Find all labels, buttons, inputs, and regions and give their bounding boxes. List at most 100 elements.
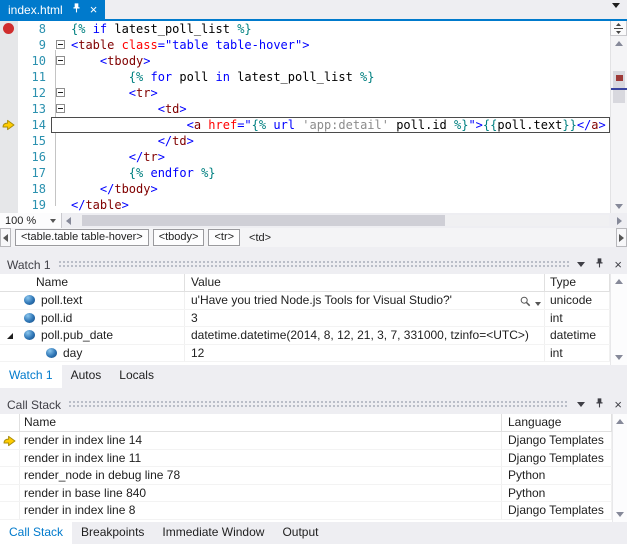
line-number: 17 <box>18 165 51 181</box>
code-text[interactable]: <tr> <box>71 85 610 101</box>
hscroll-thumb[interactable] <box>82 215 445 226</box>
breakpoint-indicator[interactable] <box>3 23 14 34</box>
watch-row[interactable]: poll.pub_datedatetime.datetime(2014, 8, … <box>0 327 627 345</box>
breakpoint-margin[interactable] <box>0 133 18 149</box>
code-text[interactable]: </td> <box>71 133 610 149</box>
close-icon[interactable]: × <box>614 258 622 271</box>
window-position-chevron-icon[interactable] <box>577 402 585 407</box>
breakpoint-margin[interactable] <box>0 37 18 53</box>
callstack-scrollbar[interactable] <box>612 414 627 522</box>
scroll-up-icon[interactable] <box>616 419 624 424</box>
watch-row[interactable]: day12int <box>0 345 627 363</box>
expander-icon[interactable] <box>7 333 13 339</box>
tab-output[interactable]: Output <box>273 522 327 544</box>
code-text[interactable]: {% endfor %} <box>71 165 610 181</box>
code-line-17[interactable]: 17 {% endfor %} <box>0 165 627 181</box>
breadcrumb-right-icon[interactable] <box>616 228 627 247</box>
code-line-9[interactable]: 9<table class="table table-hover"> <box>0 37 627 53</box>
chevron-down-icon[interactable] <box>535 302 541 306</box>
code-text[interactable]: <a href="{% url 'app:detail' poll.id %}"… <box>71 117 610 133</box>
breakpoint-margin[interactable] <box>0 85 18 101</box>
callstack-row[interactable]: render in base line 840Python <box>0 485 612 503</box>
code-text[interactable]: {% if latest_poll_list %} <box>71 21 610 37</box>
scroll-down-icon[interactable] <box>616 512 624 517</box>
scroll-left-icon[interactable] <box>66 217 71 225</box>
column-header-type[interactable]: Type <box>545 274 610 291</box>
splitter-handle-icon[interactable] <box>610 21 627 36</box>
code-line-10[interactable]: 10 <tbody> <box>0 53 627 69</box>
magnifier-icon[interactable] <box>520 295 531 309</box>
callstack-row[interactable]: render in index line 14Django Templates <box>0 432 612 450</box>
column-header-name[interactable]: Name <box>0 274 185 291</box>
callstack-row[interactable]: render in index line 8Django Templates <box>0 502 612 520</box>
breakpoint-margin[interactable] <box>0 181 18 197</box>
code-text[interactable]: <td> <box>71 101 610 117</box>
breakpoint-margin[interactable] <box>0 101 18 117</box>
tab-watch-1[interactable]: Watch 1 <box>0 365 62 388</box>
breakpoint-margin[interactable] <box>0 21 18 37</box>
fold-collapse-icon[interactable] <box>56 40 65 49</box>
fold-collapse-icon[interactable] <box>56 88 65 97</box>
tab-breakpoints[interactable]: Breakpoints <box>72 522 153 544</box>
breakpoint-margin[interactable] <box>0 69 18 85</box>
pin-icon[interactable] <box>71 2 82 17</box>
breadcrumb-item[interactable]: <td> <box>244 232 276 244</box>
code-text[interactable]: </table> <box>71 197 610 213</box>
fold-collapse-icon[interactable] <box>56 56 65 65</box>
code-text[interactable]: {% for poll in latest_poll_list %} <box>71 69 610 85</box>
watch-row[interactable]: poll.id3int <box>0 310 627 328</box>
close-icon[interactable]: × <box>614 398 622 411</box>
code-text[interactable]: <table class="table table-hover"> <box>71 37 610 53</box>
watch-scrollbar[interactable] <box>610 274 627 365</box>
close-icon[interactable]: × <box>90 3 98 16</box>
code-line-15[interactable]: 15 </td> <box>0 133 627 149</box>
code-line-14[interactable]: 14 <a href="{% url 'app:detail' poll.id … <box>0 117 627 133</box>
code-text[interactable]: </tr> <box>71 149 610 165</box>
scroll-right-icon[interactable] <box>617 217 622 225</box>
editor-vertical-scrollbar[interactable] <box>610 21 627 213</box>
breakpoint-margin[interactable] <box>0 53 18 69</box>
callstack-row[interactable]: render_node in debug line 78Python <box>0 467 612 485</box>
breakpoint-margin[interactable] <box>0 165 18 181</box>
scroll-up-icon[interactable] <box>615 279 623 284</box>
column-header-language[interactable]: Language <box>502 414 612 431</box>
breadcrumb-item[interactable]: <table.table table-hover> <box>15 229 149 246</box>
code-line-19[interactable]: 19</table> <box>0 197 627 213</box>
code-line-18[interactable]: 18 </tbody> <box>0 181 627 197</box>
fold-collapse-icon[interactable] <box>56 104 65 113</box>
tab-immediate-window[interactable]: Immediate Window <box>153 522 273 544</box>
scroll-up-icon[interactable] <box>615 41 623 46</box>
callstack-row[interactable]: render in index line 11Django Templates <box>0 450 612 468</box>
scroll-down-icon[interactable] <box>615 355 623 360</box>
code-line-12[interactable]: 12 <tr> <box>0 85 627 101</box>
breakpoint-margin[interactable] <box>0 117 18 133</box>
tab-call-stack[interactable]: Call Stack <box>0 522 72 544</box>
code-editor[interactable]: 8{% if latest_poll_list %}9<table class=… <box>0 21 627 213</box>
breadcrumb-item[interactable]: <tr> <box>208 229 240 246</box>
tab-list-chevron-icon[interactable] <box>612 8 620 22</box>
code-line-13[interactable]: 13 <td> <box>0 101 627 117</box>
column-header-value[interactable]: Value <box>185 274 545 291</box>
tab-autos[interactable]: Autos <box>62 365 111 388</box>
code-text[interactable]: <tbody> <box>71 53 610 69</box>
column-header-name[interactable]: Name <box>20 414 502 431</box>
breakpoint-margin[interactable] <box>0 149 18 165</box>
tab-locals[interactable]: Locals <box>110 365 163 388</box>
pin-icon[interactable] <box>594 397 605 412</box>
editor-horizontal-scrollbar[interactable] <box>80 215 609 226</box>
code-line-16[interactable]: 16 </tr> <box>0 149 627 165</box>
code-line-11[interactable]: 11 {% for poll in latest_poll_list %} <box>0 69 627 85</box>
code-line-8[interactable]: 8{% if latest_poll_list %} <box>0 21 627 37</box>
scroll-down-icon[interactable] <box>615 204 623 209</box>
zoom-level-select[interactable]: 100 % <box>0 213 62 228</box>
window-position-chevron-icon[interactable] <box>577 262 585 267</box>
breadcrumb-item[interactable]: <tbody> <box>153 229 205 246</box>
pin-icon[interactable] <box>594 257 605 272</box>
watch-row[interactable]: poll.textu'Have you tried Node.js Tools … <box>0 292 627 310</box>
breadcrumb-left-icon[interactable] <box>0 228 11 247</box>
line-number: 15 <box>18 133 51 149</box>
breakpoint-margin[interactable] <box>0 197 18 213</box>
tab-index-html[interactable]: index.html × <box>0 0 105 19</box>
code-text[interactable]: </tbody> <box>71 181 610 197</box>
callstack-title-bar: Call Stack × <box>0 395 627 414</box>
